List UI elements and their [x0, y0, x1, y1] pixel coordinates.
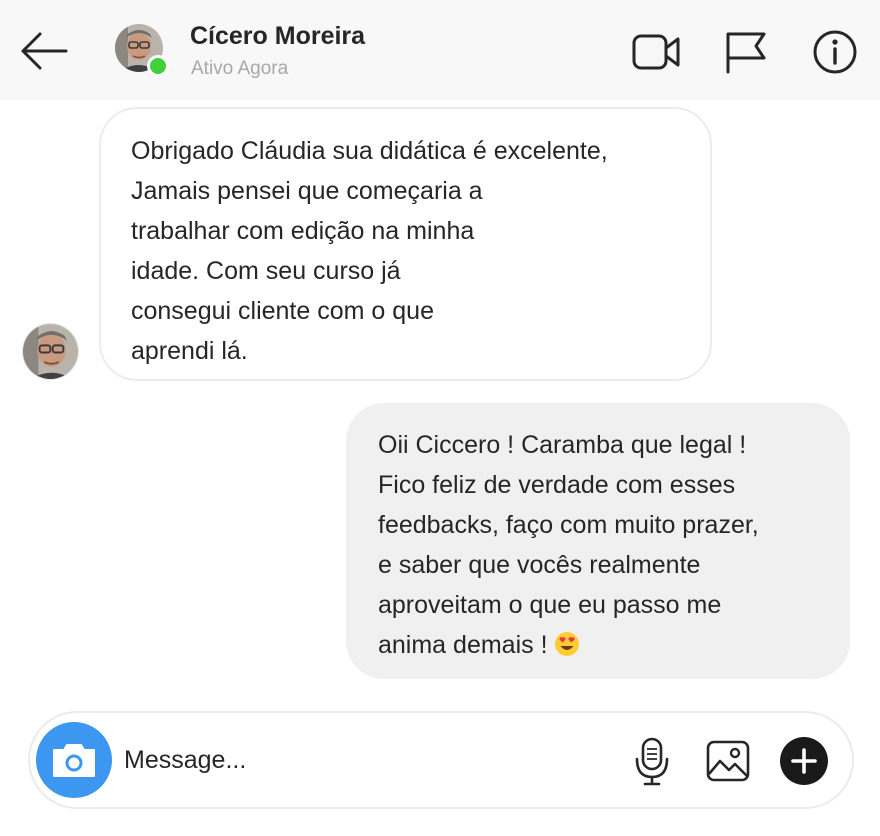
sent-message[interactable]: Oii Ciccero ! Caramba que legal ! Fico f…	[346, 403, 850, 679]
back-arrow-icon	[21, 32, 68, 70]
camera-icon	[53, 744, 95, 777]
plus-icon	[780, 737, 828, 785]
microphone-icon	[635, 737, 669, 786]
online-status-dot	[147, 55, 169, 77]
flag-icon	[726, 32, 766, 74]
more-options-button[interactable]	[779, 735, 829, 787]
sent-message-text: Oii Ciccero ! Caramba que legal ! Fico f…	[378, 431, 759, 659]
info-button[interactable]	[809, 26, 861, 78]
avatar	[23, 324, 78, 379]
sender-avatar[interactable]	[22, 323, 79, 380]
heart-eyes-emoji-icon	[555, 632, 580, 656]
back-button[interactable]	[18, 28, 70, 74]
video-call-button[interactable]	[630, 26, 682, 78]
message-composer	[28, 711, 854, 809]
contact-status: Ativo Agora	[191, 58, 289, 79]
message-input[interactable]	[124, 737, 604, 783]
contact-name[interactable]: Cícero Moreira	[190, 22, 365, 51]
report-button[interactable]	[720, 26, 772, 78]
contact-avatar[interactable]	[115, 24, 169, 78]
video-camera-icon	[632, 34, 680, 70]
image-icon	[706, 740, 750, 782]
camera-button[interactable]	[36, 722, 112, 798]
chat-header: Cícero Moreira Ativo Agora	[0, 0, 880, 100]
gallery-button[interactable]	[703, 735, 753, 787]
info-icon	[813, 30, 857, 74]
received-message[interactable]: Obrigado Cláudia sua didática é excelent…	[99, 107, 712, 381]
voice-message-button[interactable]	[627, 735, 677, 787]
